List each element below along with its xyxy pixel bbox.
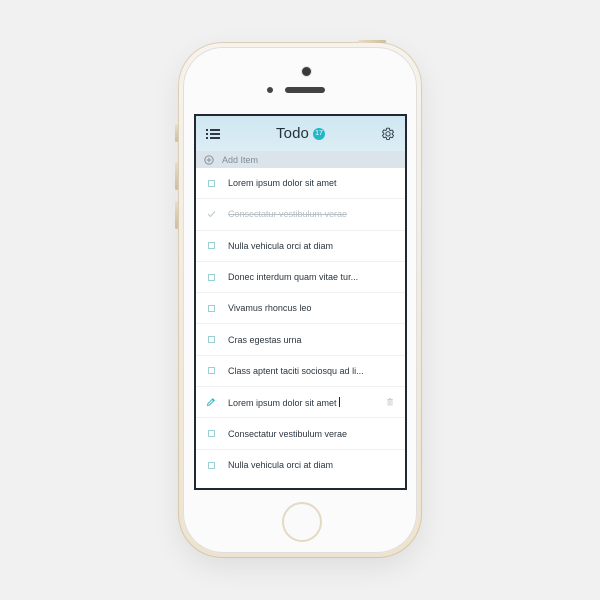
todo-text: Consectatur vestibulum verae — [228, 209, 348, 220]
todo-item[interactable]: Consectatur vestibulum verae — [196, 418, 405, 450]
todo-count-badge: 17 — [312, 127, 325, 140]
title-group: Todo 17 — [276, 126, 325, 141]
todo-item[interactable]: Class aptent taciti sociosqu ad li... — [196, 355, 405, 388]
todo-item[interactable]: Nulla vehicula orci at diam — [196, 230, 405, 262]
page-title: Todo — [276, 125, 309, 142]
checkbox-icon[interactable] — [204, 427, 218, 441]
home-button[interactable] — [282, 502, 322, 542]
todo-text: Nulla vehicula orci at diam — [228, 240, 334, 251]
screen-stage: Todo 17 Add Item Lorem ipsum dolor sit a… — [0, 0, 600, 600]
volume-down-button — [175, 201, 178, 229]
checkbox-icon[interactable] — [204, 364, 218, 378]
gear-icon[interactable] — [379, 125, 397, 143]
todo-text: Cras egestas urna — [228, 334, 302, 345]
ear-speaker — [285, 87, 325, 93]
mute-switch — [175, 124, 178, 142]
todo-edit-text: Lorem ipsum dolor sit amet — [228, 397, 337, 408]
todo-item[interactable]: Donec interdum quam vitae tur... — [196, 261, 405, 294]
todo-item[interactable]: Lorem ipsum dolor sit amet — [196, 168, 405, 200]
checkbox-icon[interactable] — [204, 176, 218, 190]
plus-circle-icon[interactable] — [204, 154, 214, 165]
text-cursor — [338, 396, 340, 407]
front-camera — [302, 67, 311, 76]
checkbox-icon[interactable] — [204, 301, 218, 315]
app-screen: Todo 17 Add Item Lorem ipsum dolor sit a… — [194, 114, 407, 490]
checkbox-icon[interactable] — [204, 333, 218, 347]
checkbox-icon[interactable] — [204, 239, 218, 253]
todo-list: Lorem ipsum dolor sit amet Consectatur v… — [196, 168, 405, 481]
add-item-row[interactable]: Add Item — [196, 151, 405, 168]
proximity-sensor — [267, 87, 273, 93]
add-item-label[interactable]: Add Item — [222, 155, 258, 165]
volume-up-button — [175, 162, 178, 190]
todo-text: Consectatur vestibulum verae — [228, 428, 348, 439]
checkbox-icon[interactable] — [204, 458, 218, 472]
checkmark-icon[interactable] — [204, 207, 218, 221]
todo-edit-input[interactable]: Lorem ipsum dolor sit amet — [228, 396, 377, 408]
todo-item[interactable]: Cras egestas urna — [196, 324, 405, 356]
phone-device: Todo 17 Add Item Lorem ipsum dolor sit a… — [175, 40, 422, 558]
trash-icon[interactable] — [383, 395, 397, 409]
power-button — [358, 40, 386, 43]
todo-item[interactable]: Vivamus rhoncus leo — [196, 293, 405, 325]
todo-text: Nulla vehicula orci at diam — [228, 460, 334, 471]
todo-item-editing[interactable]: Lorem ipsum dolor sit amet — [196, 387, 405, 419]
todo-item[interactable]: Nulla vehicula orci at diam — [196, 449, 405, 481]
todo-item-completed[interactable]: Consectatur vestibulum verae — [196, 199, 405, 231]
pencil-icon[interactable] — [204, 395, 218, 409]
todo-text: Class aptent taciti sociosqu ad li... — [228, 365, 364, 376]
phone-front: Todo 17 Add Item Lorem ipsum dolor sit a… — [183, 47, 417, 553]
app-header: Todo 17 — [196, 116, 405, 151]
list-icon[interactable] — [204, 125, 222, 143]
todo-text: Donec interdum quam vitae tur... — [228, 272, 359, 283]
todo-text: Lorem ipsum dolor sit amet — [228, 178, 337, 189]
todo-text: Vivamus rhoncus leo — [228, 303, 312, 314]
checkbox-icon[interactable] — [204, 270, 218, 284]
